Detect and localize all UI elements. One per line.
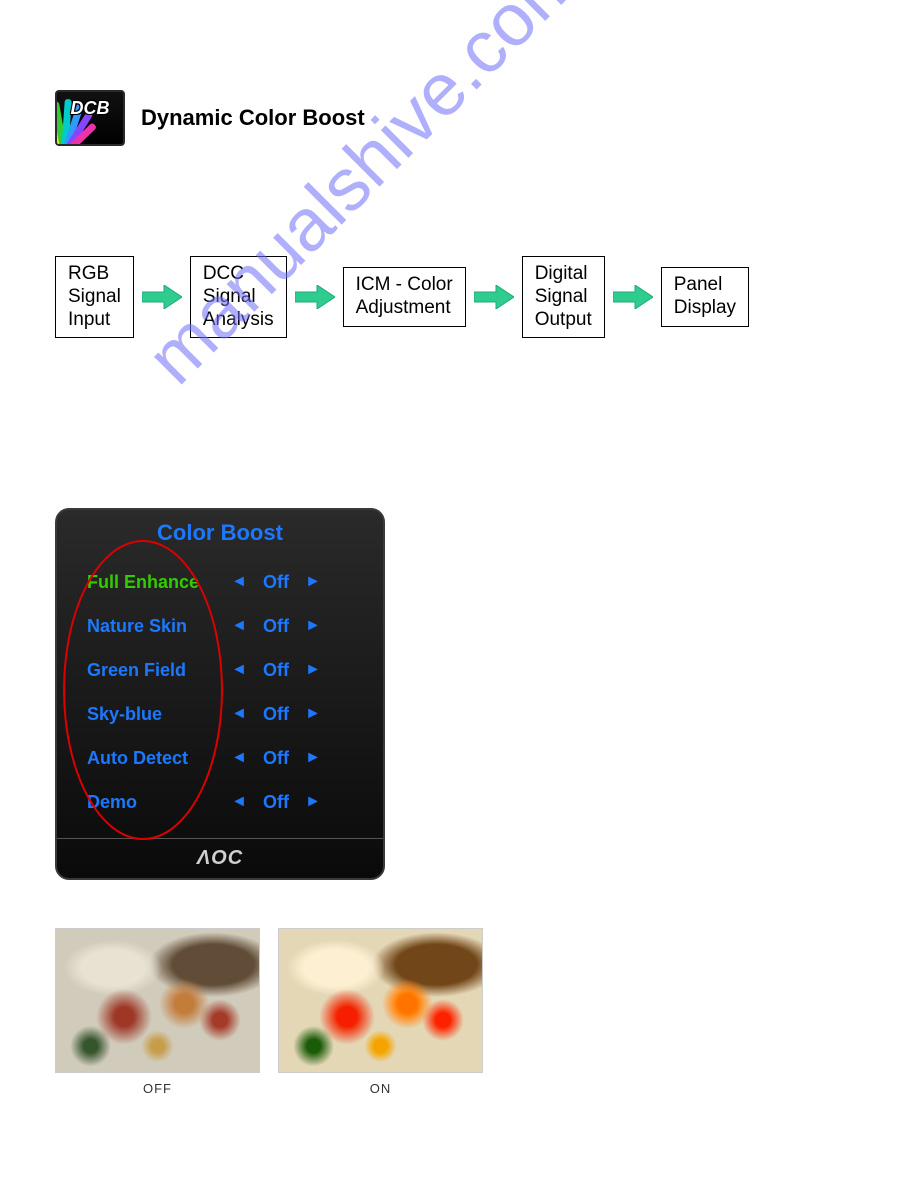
flow-arrow-icon	[474, 285, 514, 309]
osd-item-label: Auto Detect	[87, 748, 227, 769]
osd-item-label: Nature Skin	[87, 616, 227, 637]
osd-arrow-left-icon[interactable]: ◄	[227, 749, 251, 767]
osd-brand-logo: ΛOC	[57, 838, 383, 870]
osd-item-value: Off	[251, 704, 301, 725]
dcb-icon-label: DCB	[57, 98, 123, 119]
flow-arrow-icon	[613, 285, 653, 309]
comparison-off-label: OFF	[55, 1081, 260, 1096]
osd-item-label: Sky-blue	[87, 704, 227, 725]
comparison-on-image	[278, 928, 483, 1073]
flow-box: ICM - Color Adjustment	[343, 267, 466, 327]
flow-box: Panel Display	[661, 267, 749, 327]
osd-item-value: Off	[251, 792, 301, 813]
osd-panel: Color Boost Full Enhance ◄ Off ► Nature …	[55, 508, 385, 880]
dcb-icon: DCB	[55, 90, 125, 146]
osd-arrow-right-icon[interactable]: ►	[301, 705, 325, 723]
page-title: Dynamic Color Boost	[141, 105, 365, 131]
osd-item-demo[interactable]: Demo ◄ Off ►	[87, 780, 363, 824]
osd-item-label: Full Enhance	[87, 572, 227, 593]
comparison-off-image	[55, 928, 260, 1073]
osd-arrow-right-icon[interactable]: ►	[301, 749, 325, 767]
watermark: manualshive.com	[130, 0, 597, 400]
osd-item-auto-detect[interactable]: Auto Detect ◄ Off ►	[87, 736, 363, 780]
osd-arrow-left-icon[interactable]: ◄	[227, 573, 251, 591]
osd-item-green-field[interactable]: Green Field ◄ Off ►	[87, 648, 363, 692]
osd-item-sky-blue[interactable]: Sky-blue ◄ Off ►	[87, 692, 363, 736]
osd-item-full-enhance[interactable]: Full Enhance ◄ Off ►	[87, 560, 363, 604]
osd-arrow-left-icon[interactable]: ◄	[227, 705, 251, 723]
osd-item-nature-skin[interactable]: Nature Skin ◄ Off ►	[87, 604, 363, 648]
osd-title: Color Boost	[57, 510, 383, 560]
flow-arrow-icon	[295, 285, 335, 309]
comparison-off: OFF	[55, 928, 260, 1096]
osd-arrow-right-icon[interactable]: ►	[301, 617, 325, 635]
flow-box: Digital Signal Output	[522, 256, 605, 338]
osd-item-label: Demo	[87, 792, 227, 813]
comparison-on-label: ON	[278, 1081, 483, 1096]
osd-arrow-right-icon[interactable]: ►	[301, 573, 325, 591]
osd-arrow-right-icon[interactable]: ►	[301, 661, 325, 679]
osd-arrow-left-icon[interactable]: ◄	[227, 793, 251, 811]
flow-arrow-icon	[142, 285, 182, 309]
flow-box: DCC Signal Analysis	[190, 256, 287, 338]
osd-arrow-left-icon[interactable]: ◄	[227, 661, 251, 679]
osd-item-value: Off	[251, 660, 301, 681]
osd-item-label: Green Field	[87, 660, 227, 681]
osd-arrow-right-icon[interactable]: ►	[301, 793, 325, 811]
osd-item-value: Off	[251, 616, 301, 637]
osd-item-value: Off	[251, 572, 301, 593]
flow-box: RGB Signal Input	[55, 256, 134, 338]
signal-flow-diagram: RGB Signal Input DCC Signal Analysis ICM…	[55, 256, 863, 338]
comparison-on: ON	[278, 928, 483, 1096]
osd-arrow-left-icon[interactable]: ◄	[227, 617, 251, 635]
osd-item-value: Off	[251, 748, 301, 769]
